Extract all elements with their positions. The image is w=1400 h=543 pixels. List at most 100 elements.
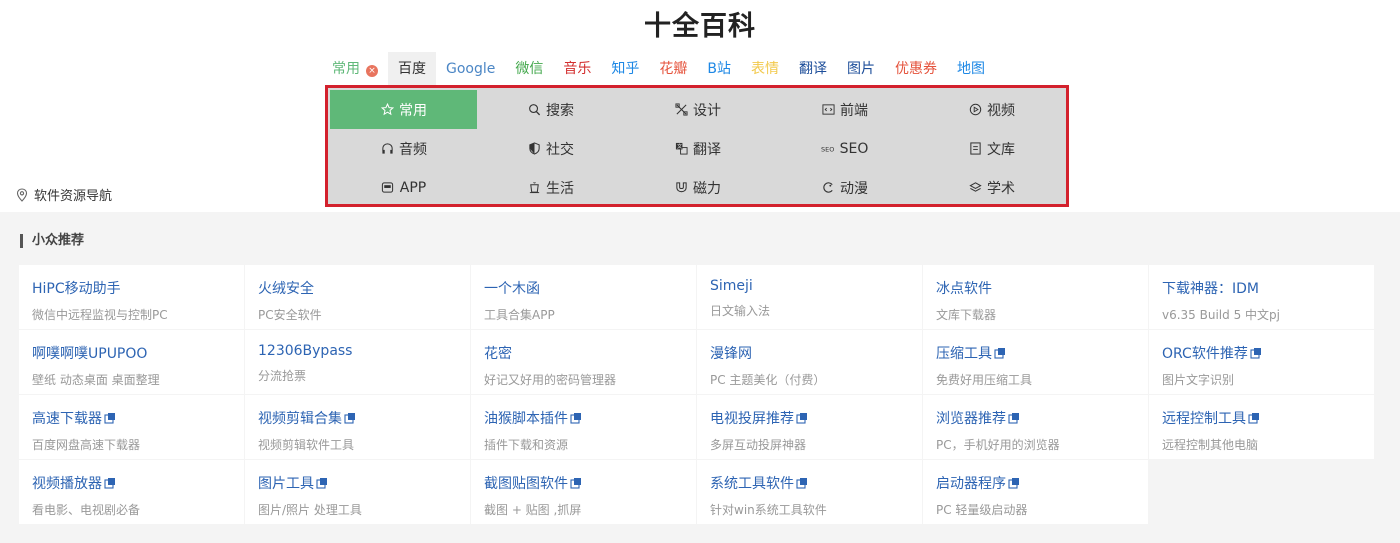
card-title-link[interactable]: 一个木函 bbox=[484, 278, 696, 298]
category-label: 常用 bbox=[399, 102, 427, 119]
recommend-card[interactable]: 浏览器推荐 PC，手机好用的浏览器 bbox=[923, 395, 1148, 459]
card-title-link[interactable]: 图片工具 bbox=[258, 473, 470, 493]
category-item-12[interactable]: 磁力 bbox=[624, 168, 771, 207]
external-link-icon bbox=[570, 477, 582, 489]
recommend-card[interactable]: 漫锋网 PC 主题美化（付费） bbox=[697, 330, 922, 394]
card-title-link[interactable]: Simeji bbox=[710, 278, 922, 294]
card-title-link[interactable]: 截图贴图软件 bbox=[484, 473, 696, 493]
engine-tab-7[interactable]: B站 bbox=[697, 52, 741, 86]
category-item-8[interactable]: SEO SEO bbox=[771, 129, 918, 168]
card-title-link[interactable]: ORC软件推荐 bbox=[1162, 343, 1374, 363]
recommend-card[interactable]: 截图贴图软件 截图 + 贴图 ,抓屏 bbox=[471, 460, 696, 524]
category-item-1[interactable]: 搜索 bbox=[477, 90, 624, 129]
recommend-card[interactable]: 远程控制工具 远程控制其他电脑 bbox=[1149, 395, 1374, 459]
engine-tab-2[interactable]: Google bbox=[436, 52, 505, 86]
card-title-link[interactable]: 下载神器：IDM bbox=[1162, 278, 1374, 298]
engine-tab-10[interactable]: 图片 bbox=[837, 52, 885, 86]
card-title-link[interactable]: 视频剪辑合集 bbox=[258, 408, 470, 428]
card-title-text: 花密 bbox=[484, 346, 512, 362]
recommend-card[interactable]: 启动器程序 PC 轻量级启动器 bbox=[923, 460, 1148, 524]
category-item-2[interactable]: 设计 bbox=[624, 90, 771, 129]
card-title-link[interactable]: 系统工具软件 bbox=[710, 473, 922, 493]
recommend-card[interactable]: 视频剪辑合集 视频剪辑软件工具 bbox=[245, 395, 470, 459]
magnet-icon bbox=[675, 182, 687, 193]
category-item-11[interactable]: 生活 bbox=[477, 168, 624, 207]
translate-icon: 文 bbox=[674, 142, 688, 156]
card-description: 文库下载器 bbox=[936, 308, 997, 322]
category-item-13[interactable]: 动漫 bbox=[771, 168, 918, 207]
card-description: 看电影、电视剧必备 bbox=[32, 503, 141, 517]
card-description: PC，手机好用的浏览器 bbox=[936, 438, 1060, 452]
recommend-card[interactable]: 一个木函 工具合集APP bbox=[471, 265, 696, 329]
star-icon bbox=[380, 103, 394, 117]
location-pin-icon bbox=[16, 187, 28, 202]
category-item-3[interactable]: 前端 bbox=[771, 90, 918, 129]
play-icon bbox=[968, 103, 982, 117]
category-item-10[interactable]: APP bbox=[330, 168, 477, 207]
card-title-link[interactable]: 油猴脚本插件 bbox=[484, 408, 696, 428]
card-title-link[interactable]: 高速下载器 bbox=[32, 408, 244, 428]
category-label: 翻译 bbox=[693, 141, 721, 158]
card-title-link[interactable]: 漫锋网 bbox=[710, 343, 922, 363]
recommend-card[interactable]: 冰点软件 文库下载器 bbox=[923, 265, 1148, 329]
card-title-text: 火绒安全 bbox=[258, 281, 314, 297]
category-item-0[interactable]: 常用 bbox=[330, 90, 477, 129]
recommend-card[interactable]: 下载神器：IDM v6.35 Build 5 中文pj bbox=[1149, 265, 1374, 329]
category-item-5[interactable]: 音频 bbox=[330, 129, 477, 168]
shield-icon bbox=[528, 142, 540, 155]
card-title-link[interactable]: 视频播放器 bbox=[32, 473, 244, 493]
category-item-14[interactable]: 学术 bbox=[918, 168, 1065, 207]
recommend-card[interactable]: 高速下载器 百度网盘高速下载器 bbox=[19, 395, 244, 459]
category-grid: 常用 搜索 设计 前端 视频 音频 社交 文 翻译 SEO SEO 文库 APP 生活 磁力 动漫 学术 bbox=[330, 90, 1065, 207]
card-title-link[interactable]: 12306Bypass bbox=[258, 343, 470, 359]
recommend-card[interactable]: ORC软件推荐 图片文字识别 bbox=[1149, 330, 1374, 394]
engine-tab-label: 优惠券 bbox=[894, 61, 937, 77]
recommend-card[interactable]: 啊噗啊噗UPUPOO 壁纸 动态桌面 桌面整理 bbox=[19, 330, 244, 394]
card-title-link[interactable]: 启动器程序 bbox=[936, 473, 1148, 493]
category-panel: 常用 搜索 设计 前端 视频 音频 社交 文 翻译 SEO SEO 文库 APP 生活 磁力 动漫 学术 bbox=[325, 85, 1069, 207]
recommend-card[interactable]: 视频播放器看电影、电视剧必备 bbox=[19, 460, 244, 524]
engine-tab-1[interactable]: 百度 bbox=[388, 52, 436, 86]
category-item-6[interactable]: 社交 bbox=[477, 129, 624, 168]
engine-tab-9[interactable]: 翻译 bbox=[789, 52, 837, 86]
card-title-link[interactable]: 压缩工具 bbox=[936, 343, 1148, 363]
external-link-icon bbox=[994, 347, 1006, 359]
recommend-card[interactable]: 压缩工具 免费好用压缩工具 bbox=[923, 330, 1148, 394]
recommend-card[interactable]: 电视投屏推荐多屏互动投屏神器 bbox=[697, 395, 922, 459]
card-title-text: 压缩工具 bbox=[936, 346, 992, 362]
engine-tab-5[interactable]: 知乎 bbox=[601, 52, 649, 86]
card-title-link[interactable]: 啊噗啊噗UPUPOO bbox=[32, 343, 244, 363]
engine-tab-4[interactable]: 音乐 bbox=[553, 52, 601, 86]
card-title-link[interactable]: 冰点软件 bbox=[936, 278, 1148, 298]
card-title-link[interactable]: 花密 bbox=[484, 343, 696, 363]
card-title-link[interactable]: HiPC移动助手 bbox=[32, 278, 244, 298]
recommend-card[interactable]: 火绒安全 PC安全软件 bbox=[245, 265, 470, 329]
recommend-card[interactable]: 系统工具软件 针对win系统工具软件 bbox=[697, 460, 922, 524]
recommend-card[interactable]: 图片工具 图片/照片 处理工具 bbox=[245, 460, 470, 524]
card-title-link[interactable]: 浏览器推荐 bbox=[936, 408, 1148, 428]
recommend-card[interactable]: Simeji 日文输入法 bbox=[697, 265, 922, 329]
recommend-card[interactable]: 12306Bypass 分流抢票 bbox=[245, 330, 470, 394]
engine-tab-6[interactable]: 花瓣 bbox=[649, 52, 697, 86]
close-icon[interactable]: × bbox=[366, 65, 378, 77]
category-item-7[interactable]: 文 翻译 bbox=[624, 129, 771, 168]
category-item-4[interactable]: 视频 bbox=[918, 90, 1065, 129]
engine-tab-12[interactable]: 地图 bbox=[947, 52, 995, 86]
engine-tab-11[interactable]: 优惠券 bbox=[885, 52, 947, 86]
engine-tab-3[interactable]: 微信 bbox=[505, 52, 553, 86]
card-title-link[interactable]: 电视投屏推荐 bbox=[710, 408, 922, 428]
card-description: 多屏互动投屏神器 bbox=[710, 438, 807, 452]
card-description: v6.35 Build 5 中文pj bbox=[1162, 308, 1280, 322]
engine-tab-0[interactable]: 常用 × bbox=[322, 52, 388, 86]
card-description: 日文输入法 bbox=[710, 304, 771, 318]
seo-icon: SEO bbox=[821, 145, 834, 153]
card-title-link[interactable]: 远程控制工具 bbox=[1162, 408, 1374, 428]
engine-tab-8[interactable]: 表情 bbox=[741, 52, 789, 86]
recommend-card[interactable]: 花密 好记又好用的密码管理器 bbox=[471, 330, 696, 394]
recommend-card[interactable]: HiPC移动助手 微信中远程监视与控制PC bbox=[19, 265, 244, 329]
card-title-link[interactable]: 火绒安全 bbox=[258, 278, 470, 298]
code-icon bbox=[821, 104, 835, 115]
category-item-9[interactable]: 文库 bbox=[918, 129, 1065, 168]
card-title-text: 高速下载器 bbox=[32, 411, 102, 427]
recommend-card[interactable]: 油猴脚本插件 插件下载和资源 bbox=[471, 395, 696, 459]
